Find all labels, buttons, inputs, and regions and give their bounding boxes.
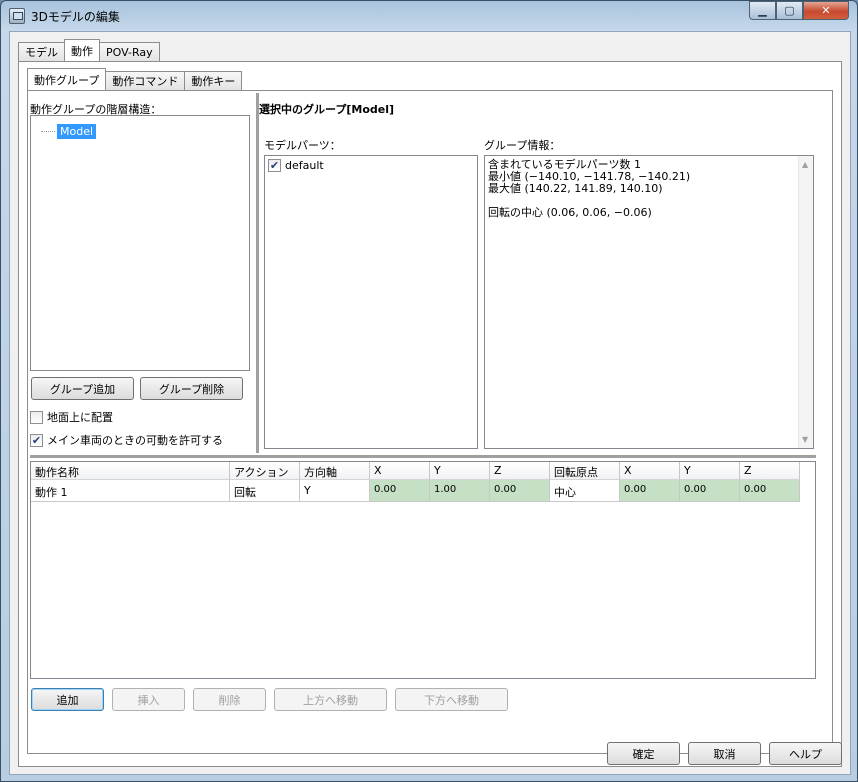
motion-group-panel: 動作グループの階層構造： Model グループ追加 グループ削除 地面上に配置 … <box>27 90 833 754</box>
header-rotation-origin[interactable]: 回転原点 <box>550 462 620 480</box>
parts-list[interactable]: ✔ default <box>264 155 478 449</box>
header-z[interactable]: Z <box>490 462 550 480</box>
minimize-button[interactable]: ▁ <box>749 1 776 20</box>
scroll-up-icon[interactable]: ▲ <box>802 160 808 169</box>
tree-connector <box>41 131 55 132</box>
cell-rotation-origin[interactable]: 中心 <box>550 480 620 502</box>
checkbox-checked-icon[interactable]: ✔ <box>30 433 43 447</box>
cell-origin-z[interactable]: 0.00 <box>740 480 800 502</box>
tab-motion-key[interactable]: 動作キー <box>184 71 243 90</box>
main-tab-strip: モデル 動作 POV-Ray <box>18 39 160 61</box>
part-item-default[interactable]: ✔ default <box>268 159 324 172</box>
dialog-window: 3Dモデルの編集 ▁ ▢ ✕ モデル 動作 POV-Ray 動作グループ 動作コ… <box>0 0 858 782</box>
header-y[interactable]: Y <box>430 462 490 480</box>
info-line: 最大値 (140.22, 141.89, 140.10) <box>488 182 663 195</box>
info-line: 回転の中心 (0.06, 0.06, −0.06) <box>488 206 652 219</box>
allow-main-vehicle-label: メイン車両のときの可動を許可する <box>47 434 223 447</box>
cell-action[interactable]: 回転 <box>230 480 300 502</box>
header-origin-y[interactable]: Y <box>680 462 740 480</box>
tab-motion[interactable]: 動作 <box>64 39 100 61</box>
tab-model[interactable]: モデル <box>18 42 65 61</box>
motion-tab-panel: 動作グループ 動作コマンド 動作キー 動作グループの階層構造： Model グル… <box>18 61 842 767</box>
vertical-scrollbar[interactable]: ▲ ▼ <box>798 156 813 448</box>
tab-motion-group[interactable]: 動作グループ <box>27 68 107 90</box>
checkbox-box[interactable] <box>30 410 43 424</box>
table-row[interactable]: 動作 1 回転 Y 0.00 1.00 0.00 中心 0.00 0.00 0.… <box>31 480 800 502</box>
cell-z[interactable]: 0.00 <box>490 480 550 502</box>
cancel-button[interactable]: 取消 <box>688 742 761 765</box>
place-on-ground-checkbox[interactable]: 地面上に配置 <box>30 409 113 425</box>
add-button[interactable]: 追加 <box>31 688 104 711</box>
confirm-button[interactable]: 確定 <box>607 742 680 765</box>
place-on-ground-label: 地面上に配置 <box>47 411 113 424</box>
cell-direction-axis[interactable]: Y <box>300 480 370 502</box>
header-motion-name[interactable]: 動作名称 <box>31 462 230 480</box>
add-group-button[interactable]: グループ追加 <box>31 377 134 400</box>
cell-x[interactable]: 0.00 <box>370 480 430 502</box>
sub-tab-strip: 動作グループ 動作コマンド 動作キー <box>27 68 243 90</box>
cell-origin-y[interactable]: 0.00 <box>680 480 740 502</box>
header-direction-axis[interactable]: 方向軸 <box>300 462 370 480</box>
header-action[interactable]: アクション <box>230 462 300 480</box>
title-bar[interactable]: 3Dモデルの編集 ▁ ▢ ✕ <box>1 1 857 31</box>
delete-group-button[interactable]: グループ削除 <box>140 377 243 400</box>
move-down-button[interactable]: 下方へ移動 <box>395 688 508 711</box>
move-up-button[interactable]: 上方へ移動 <box>274 688 387 711</box>
checkbox-checked-icon[interactable]: ✔ <box>268 159 281 172</box>
header-origin-z[interactable]: Z <box>740 462 800 480</box>
close-button[interactable]: ✕ <box>803 1 849 20</box>
tab-povray[interactable]: POV-Ray <box>99 42 160 61</box>
allow-main-vehicle-checkbox[interactable]: ✔ メイン車両のときの可動を許可する <box>30 432 223 448</box>
cell-origin-x[interactable]: 0.00 <box>620 480 680 502</box>
help-button[interactable]: ヘルプ <box>769 742 842 765</box>
client-area: モデル 動作 POV-Ray 動作グループ 動作コマンド 動作キー 動作グループ… <box>9 31 851 775</box>
vertical-splitter[interactable] <box>256 93 259 453</box>
delete-button[interactable]: 削除 <box>193 688 266 711</box>
header-x[interactable]: X <box>370 462 430 480</box>
group-info-textbox[interactable]: 含まれているモデルパーツ数 1 最小値 (−140.10, −141.78, −… <box>484 155 814 449</box>
grid-header-row: 動作名称 アクション 方向軸 X Y Z 回転原点 X Y Z <box>31 462 800 480</box>
tab-motion-command[interactable]: 動作コマンド <box>105 71 186 90</box>
selected-group-title: 選択中のグループ[Model] <box>259 103 395 116</box>
group-tree[interactable]: Model <box>30 115 250 371</box>
maximize-button[interactable]: ▢ <box>776 1 803 20</box>
cell-motion-name[interactable]: 動作 1 <box>31 480 230 502</box>
group-info-label: グループ情報： <box>484 139 561 152</box>
app-icon <box>9 8 25 24</box>
window-title: 3Dモデルの編集 <box>31 10 120 24</box>
part-label: default <box>285 159 324 172</box>
insert-button[interactable]: 挿入 <box>112 688 185 711</box>
parts-label: モデルパーツ： <box>264 139 341 152</box>
scroll-down-icon[interactable]: ▼ <box>802 435 808 444</box>
tree-node-model[interactable]: Model <box>57 124 97 139</box>
header-origin-x[interactable]: X <box>620 462 680 480</box>
horizontal-splitter[interactable] <box>30 455 816 458</box>
cell-y[interactable]: 1.00 <box>430 480 490 502</box>
motion-grid[interactable]: 動作名称 アクション 方向軸 X Y Z 回転原点 X Y Z 動作 1 回転 <box>30 461 816 679</box>
